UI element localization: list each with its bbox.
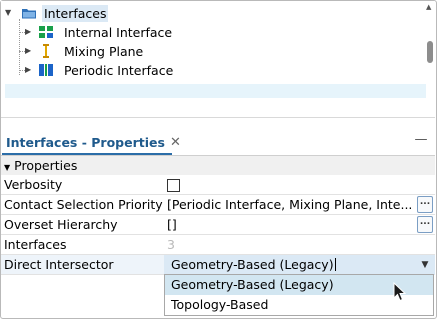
property-row-direct-intersector: Direct Intersector Geometry-Based (Legac… [1, 255, 435, 275]
tab-interfaces-properties[interactable]: Interfaces - Properties ✕ [2, 130, 185, 154]
folder-icon [22, 9, 36, 19]
tree-item-label: Internal Interface [64, 25, 173, 40]
scrollbar-thumb[interactable] [427, 41, 433, 63]
horizontal-scroll-track[interactable] [5, 84, 426, 98]
dropdown-arrow-icon[interactable]: ▼ [415, 255, 435, 275]
tab-title: Interfaces - Properties [6, 134, 165, 150]
tree-item-label: Interfaces [42, 5, 109, 22]
edit-contact-priority-button[interactable]: ... [417, 196, 433, 213]
property-value[interactable]: [Periodic Interface, Mixing Plane, Inte.… [167, 195, 413, 215]
direct-intersector-combo[interactable]: Geometry-Based (Legacy) [164, 255, 435, 275]
tree-item-label: Mixing Plane [64, 44, 144, 59]
property-name: Verbosity [4, 177, 63, 192]
property-value-readonly: 3 [167, 237, 175, 252]
panel-divider[interactable] [1, 117, 435, 118]
property-value[interactable]: [] [167, 215, 177, 235]
collapse-arrow-icon[interactable]: ▼ [4, 163, 10, 172]
property-name: Interfaces [4, 237, 67, 252]
property-row-verbosity: Verbosity [1, 175, 435, 195]
tree-item-mixing-plane[interactable]: Mixing Plane [62, 42, 145, 61]
expand-arrow-icon[interactable]: ▶ [25, 47, 33, 55]
tree-panel: ▼ Interfaces ▶ Internal Interface ▶ Mixi… [1, 1, 435, 83]
group-header: ▼ Properties [4, 156, 77, 176]
verbosity-checkbox[interactable] [167, 179, 180, 192]
tree-guide-line [19, 19, 20, 75]
expand-arrow-icon[interactable]: ▶ [25, 28, 33, 36]
tree-item-label: Periodic Interface [64, 63, 174, 78]
property-name: Direct Intersector [4, 257, 114, 272]
collapse-arrow-icon[interactable]: ▼ [5, 9, 13, 17]
property-row-overset-hierarchy: Overset Hierarchy [] ... [1, 215, 435, 235]
tree-item-internal-interface[interactable]: Internal Interface [62, 23, 174, 42]
mouse-cursor-icon [393, 282, 407, 302]
minimize-icon[interactable]: — [414, 133, 428, 147]
periodic-interface-icon [39, 64, 53, 76]
tree-item-interfaces[interactable]: Interfaces [42, 4, 109, 23]
property-name: Overset Hierarchy [4, 217, 118, 232]
group-label: Properties [14, 158, 78, 173]
expand-arrow-icon[interactable]: ▶ [25, 66, 33, 74]
property-row-contact-selection-priority: Contact Selection Priority [Periodic Int… [1, 195, 435, 215]
tree-scrollbar[interactable]: ▲ [425, 1, 435, 83]
property-row-interfaces: Interfaces 3 [1, 235, 435, 255]
scroll-up-icon[interactable]: ▲ [426, 3, 431, 11]
properties-group-header[interactable]: ▼ Properties [1, 156, 435, 176]
internal-interface-icon [39, 26, 53, 38]
close-icon[interactable]: ✕ [170, 135, 181, 150]
property-name: Contact Selection Priority [4, 197, 163, 212]
combo-value[interactable]: Geometry-Based (Legacy) [171, 255, 336, 274]
tree-item-periodic-interface[interactable]: Periodic Interface [62, 61, 175, 80]
mixing-plane-icon [43, 44, 49, 58]
edit-overset-hierarchy-button[interactable]: ... [417, 216, 433, 233]
